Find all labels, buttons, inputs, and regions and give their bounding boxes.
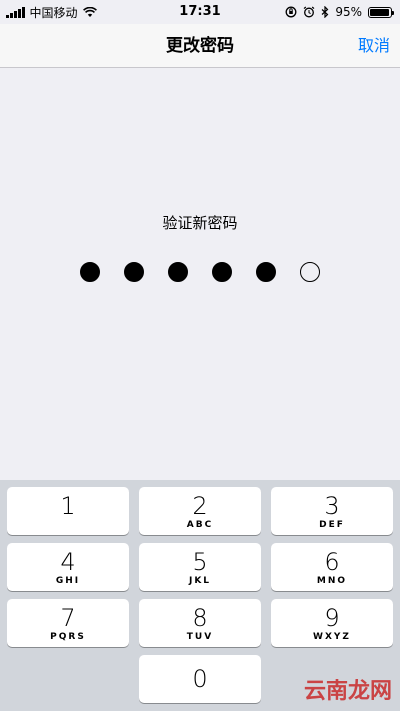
key-number: 0 — [192, 665, 208, 693]
bluetooth-icon — [321, 6, 329, 18]
passcode-dot — [80, 262, 100, 282]
key-number: 1 — [60, 492, 76, 520]
status-right: 95% — [285, 0, 394, 24]
key-letters: MNO — [316, 576, 348, 586]
page-title: 更改密码 — [166, 36, 234, 56]
key-number: 3 — [324, 492, 340, 520]
key-letters: TUV — [186, 632, 214, 642]
passcode-dot — [256, 262, 276, 282]
cancel-button[interactable]: 取消 — [358, 24, 390, 68]
key-number: 9 — [324, 604, 340, 632]
passcode-dot — [300, 262, 320, 282]
key-number: 6 — [324, 548, 340, 576]
key-number: 5 — [192, 548, 208, 576]
passcode-dots — [0, 262, 400, 282]
key-letters: WXYZ — [313, 632, 351, 642]
alarm-icon — [303, 6, 315, 18]
passcode-dot — [212, 262, 232, 282]
status-bar: 中国移动 17:31 95% — [0, 0, 400, 24]
key-letters: JKL — [188, 576, 212, 586]
battery-percent: 95% — [335, 5, 362, 19]
nav-bar: 更改密码 取消 — [0, 24, 400, 68]
key-6[interactable]: 6 MNO — [271, 543, 393, 591]
key-1[interactable]: 1 — [7, 487, 129, 535]
key-number: 2 — [192, 492, 208, 520]
passcode-dot — [124, 262, 144, 282]
key-letters: PQRS — [50, 632, 86, 642]
key-4[interactable]: 4 GHI — [7, 543, 129, 591]
key-letters: ABC — [186, 520, 214, 530]
key-number: 8 — [192, 604, 208, 632]
passcode-dot — [168, 262, 188, 282]
key-7[interactable]: 7 PQRS — [7, 599, 129, 647]
key-0[interactable]: 0 — [139, 655, 261, 703]
battery-fill — [370, 8, 389, 16]
key-letters: DEF — [319, 520, 345, 530]
orientation-lock-icon — [285, 6, 297, 18]
battery-icon — [368, 6, 394, 18]
watermark-logo: 云南龙网 — [303, 679, 392, 704]
key-8[interactable]: 8 TUV — [139, 599, 261, 647]
key-number: 4 — [60, 548, 76, 576]
key-number: 7 — [60, 604, 76, 632]
key-3[interactable]: 3 DEF — [271, 487, 393, 535]
key-9[interactable]: 9 WXYZ — [271, 599, 393, 647]
key-2[interactable]: 2 ABC — [139, 487, 261, 535]
key-letters: GHI — [55, 576, 81, 586]
key-5[interactable]: 5 JKL — [139, 543, 261, 591]
passcode-prompt: 验证新密码 — [162, 214, 238, 232]
